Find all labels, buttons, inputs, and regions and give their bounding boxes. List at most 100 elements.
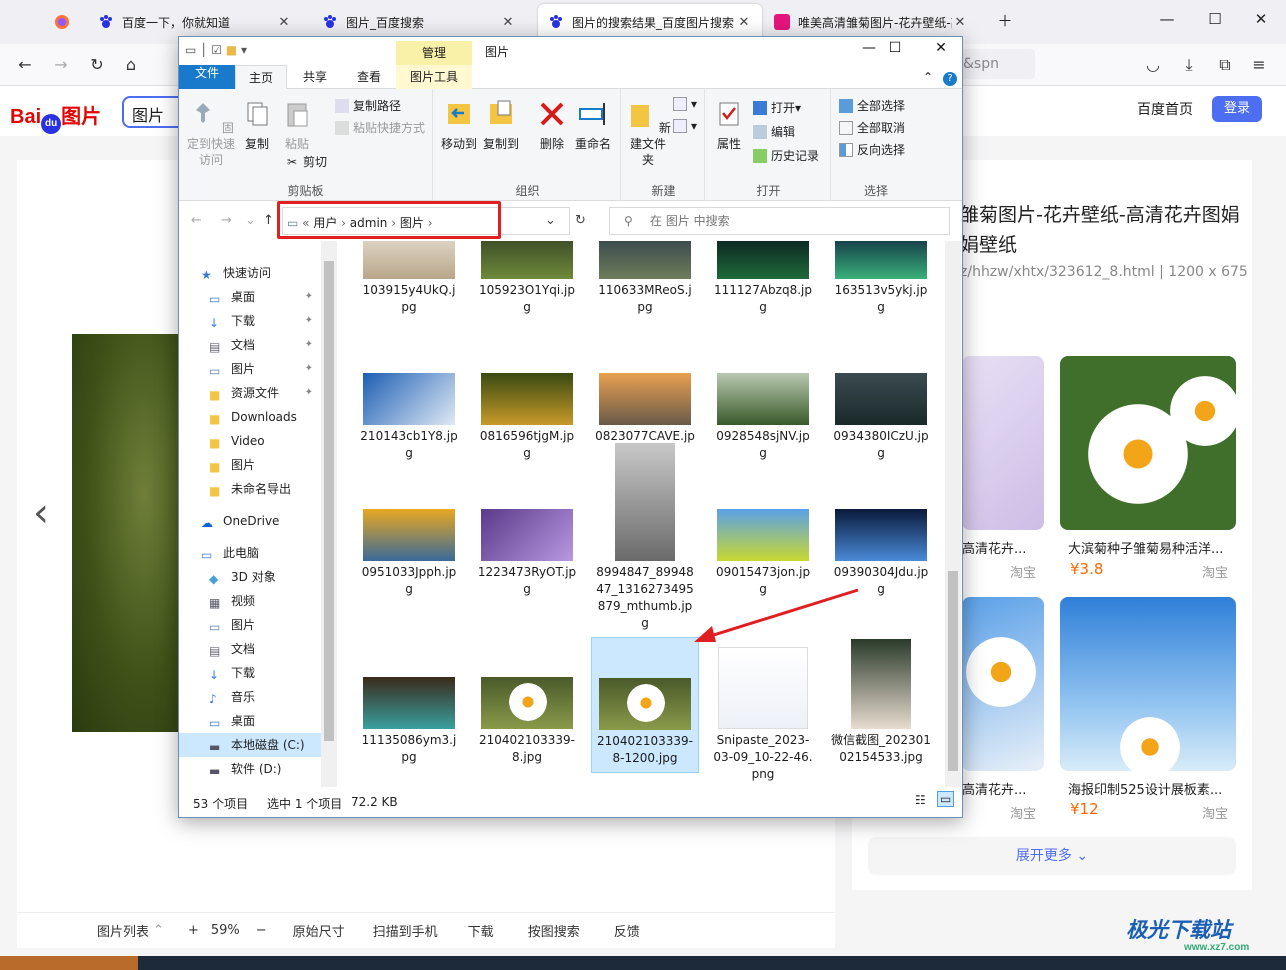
baidu-home-link[interactable]: 百度首页 <box>1137 99 1193 119</box>
search-by-image-button[interactable]: 按图搜索 <box>528 921 580 940</box>
nav-item[interactable]: ▭ 此电脑 <box>179 541 321 565</box>
card-caption-3[interactable]: 高清花卉... <box>962 779 1026 798</box>
explorer-back-icon[interactable]: ← <box>191 213 202 228</box>
card-image-2[interactable] <box>1060 356 1236 530</box>
copy-path-button[interactable]: 复制路径 <box>335 97 401 114</box>
explorer-search-input[interactable]: ⚲ 在 图片 中搜索 <box>609 207 950 235</box>
explorer-close-icon[interactable]: ✕ <box>919 40 963 62</box>
nav-item[interactable]: ■ 未命名导出 <box>179 477 321 501</box>
home-icon[interactable]: ⌂ <box>118 52 144 78</box>
nav-item[interactable]: ▭ 图片 ✦ <box>179 357 321 381</box>
original-size-button[interactable]: 原始尺寸 <box>293 921 345 940</box>
refresh-icon[interactable]: ↻ <box>575 213 586 228</box>
reload-icon[interactable]: ↻ <box>84 52 110 78</box>
up-one-level-icon[interactable]: ↑ <box>263 213 274 228</box>
edit-button[interactable]: 编辑 <box>753 123 795 140</box>
file-item[interactable]: 11135086ym3.jpg <box>355 677 463 766</box>
copy-button[interactable]: 复制 <box>239 99 275 152</box>
taskbar-start-area[interactable] <box>0 956 138 970</box>
download-icon[interactable]: ⤓ <box>1176 52 1202 78</box>
nav-item[interactable]: ↓ 下载 ✦ <box>179 309 321 333</box>
card-image-3[interactable] <box>962 597 1044 771</box>
file-item[interactable]: 1223473RyOT.jpg <box>473 509 581 598</box>
nav-item[interactable]: ▤ 文档 ✦ <box>179 333 321 357</box>
baidu-logo[interactable]: Bai du 图片 <box>10 100 101 134</box>
rename-button[interactable]: 重命名 <box>571 99 615 152</box>
close-tab-icon[interactable]: ✕ <box>276 15 292 30</box>
nav-item[interactable]: ★ 快速访问 <box>179 261 321 285</box>
file-item[interactable]: 111127Abzq8.jpg <box>709 241 817 316</box>
open-button[interactable]: 打开 ▾ <box>753 99 801 116</box>
properties-button[interactable]: 属性 <box>711 99 747 152</box>
extensions-icon[interactable]: ⧉ <box>1212 52 1238 78</box>
close-window-icon[interactable]: ✕ <box>1246 10 1276 28</box>
forward-icon[interactable]: → <box>48 52 74 78</box>
file-item[interactable]: Snipaste_2023-03-09_10-22-46.png <box>709 647 817 783</box>
manage-context-tab[interactable]: 管理 <box>396 41 472 65</box>
feedback-button[interactable]: 反馈 <box>614 921 640 940</box>
tab-picture-tools[interactable]: 图片工具 <box>396 65 472 89</box>
nav-item[interactable]: ■ Downloads <box>179 405 321 429</box>
file-item[interactable]: 0934380ICzU.jpg <box>827 373 935 462</box>
file-item[interactable]: 210143cb1Y8.jpg <box>355 373 463 462</box>
card-caption-2[interactable]: 大滨菊种子雏菊易种活洋... <box>1068 538 1223 557</box>
browser-tab-4[interactable]: 唯美高清雏菊图片-花卉壁纸-高 ✕ <box>764 4 978 40</box>
image-list-button[interactable]: 图片列表 <box>97 921 149 940</box>
details-view-icon[interactable]: ☷ <box>915 793 926 807</box>
browser-tab-3-active[interactable]: 图片的搜索结果_百度图片搜索 ✕ <box>538 4 762 40</box>
pin-quick-access-button[interactable]: 固定到快速访问 <box>185 99 237 168</box>
paste-button[interactable]: 粘贴 <box>279 99 315 152</box>
file-item[interactable]: 210402103339-8-1200.jpg <box>591 637 699 773</box>
easy-access-button[interactable]: ▾ <box>673 119 697 133</box>
nav-item[interactable]: ☁ OneDrive <box>179 509 321 533</box>
nav-item[interactable]: ▭ 桌面 ✦ <box>179 285 321 309</box>
minimize-icon[interactable]: — <box>1152 10 1182 28</box>
copy-to-button[interactable]: 复制到 <box>481 99 521 152</box>
select-none-button[interactable]: 全部取消 <box>839 119 905 136</box>
card-image-1[interactable] <box>962 356 1044 530</box>
folder-icon[interactable]: ■ <box>226 43 237 57</box>
show-more-button[interactable]: 展开更多 ⌄ <box>868 837 1236 875</box>
file-item[interactable]: 09015473jon.jpg <box>709 509 817 598</box>
new-folder-button[interactable]: 新建文件夹 <box>625 99 671 168</box>
detail-url[interactable]: z/hhzw/xhtx/323612_8.html <box>960 264 1155 280</box>
content-scrollbar[interactable] <box>945 241 961 787</box>
nav-scrollbar[interactable] <box>321 241 337 787</box>
file-item[interactable]: 0816596tjgM.jpg <box>473 373 581 462</box>
file-item[interactable]: 09390304Jdu.jpg <box>827 509 935 598</box>
new-item-button[interactable]: ▾ <box>673 97 697 111</box>
nav-item[interactable]: ■ 图片 <box>179 453 321 477</box>
collapse-ribbon-icon[interactable]: ⌃ <box>919 65 937 89</box>
pocket-icon[interactable]: ◡ <box>1140 52 1166 78</box>
file-item[interactable]: 163513v5ykj.jpg <box>827 241 935 316</box>
file-item[interactable]: 0951033Jpph.jpg <box>355 509 463 598</box>
nav-item[interactable]: ▦ 视频 <box>179 589 321 613</box>
address-dropdown-icon[interactable]: ⌄ <box>545 213 556 228</box>
select-all-button[interactable]: 全部选择 <box>839 97 905 114</box>
card-caption-1[interactable]: 高清花卉... <box>962 538 1026 557</box>
tab-view[interactable]: 查看 <box>343 65 395 89</box>
cut-button[interactable]: ✂ 剪切 <box>285 153 327 170</box>
zoom-in-button[interactable]: + <box>188 923 199 938</box>
nav-item[interactable]: ■ Video <box>179 429 321 453</box>
file-item[interactable]: 210402103339-8.jpg <box>473 677 581 766</box>
browser-tab-1[interactable]: 百度一下，你就知道 ✕ <box>88 4 302 40</box>
browser-tab-2[interactable]: 图片_百度搜索 ✕ <box>312 4 526 40</box>
prev-image-icon[interactable]: ‹ <box>33 490 49 536</box>
qat-dropdown-icon[interactable]: ▾ <box>241 43 247 57</box>
file-item[interactable]: 105923O1Yqi.jpg <box>473 241 581 316</box>
nav-item[interactable]: ■ 资源文件 ✦ <box>179 381 321 405</box>
large-icons-view-icon[interactable]: ▭ <box>937 791 955 807</box>
properties-icon[interactable]: ☑ <box>211 43 222 57</box>
baidu-search-input[interactable]: 图片 <box>122 96 182 128</box>
file-item[interactable]: 110633MReoS.jpg <box>591 241 699 316</box>
file-item[interactable]: 微信截图_20230102154533.jpg <box>827 639 935 766</box>
close-tab-icon[interactable]: ✕ <box>500 15 516 30</box>
download-button[interactable]: 下载 <box>468 921 494 940</box>
move-to-button[interactable]: 移动到 <box>439 99 479 152</box>
content-scroll-thumb[interactable] <box>948 571 958 771</box>
nav-item[interactable]: ▭ 桌面 <box>179 709 321 733</box>
login-button[interactable]: 登录 <box>1212 96 1262 122</box>
explorer-forward-icon[interactable]: → <box>221 213 232 228</box>
close-tab-icon[interactable]: ✕ <box>736 15 752 30</box>
